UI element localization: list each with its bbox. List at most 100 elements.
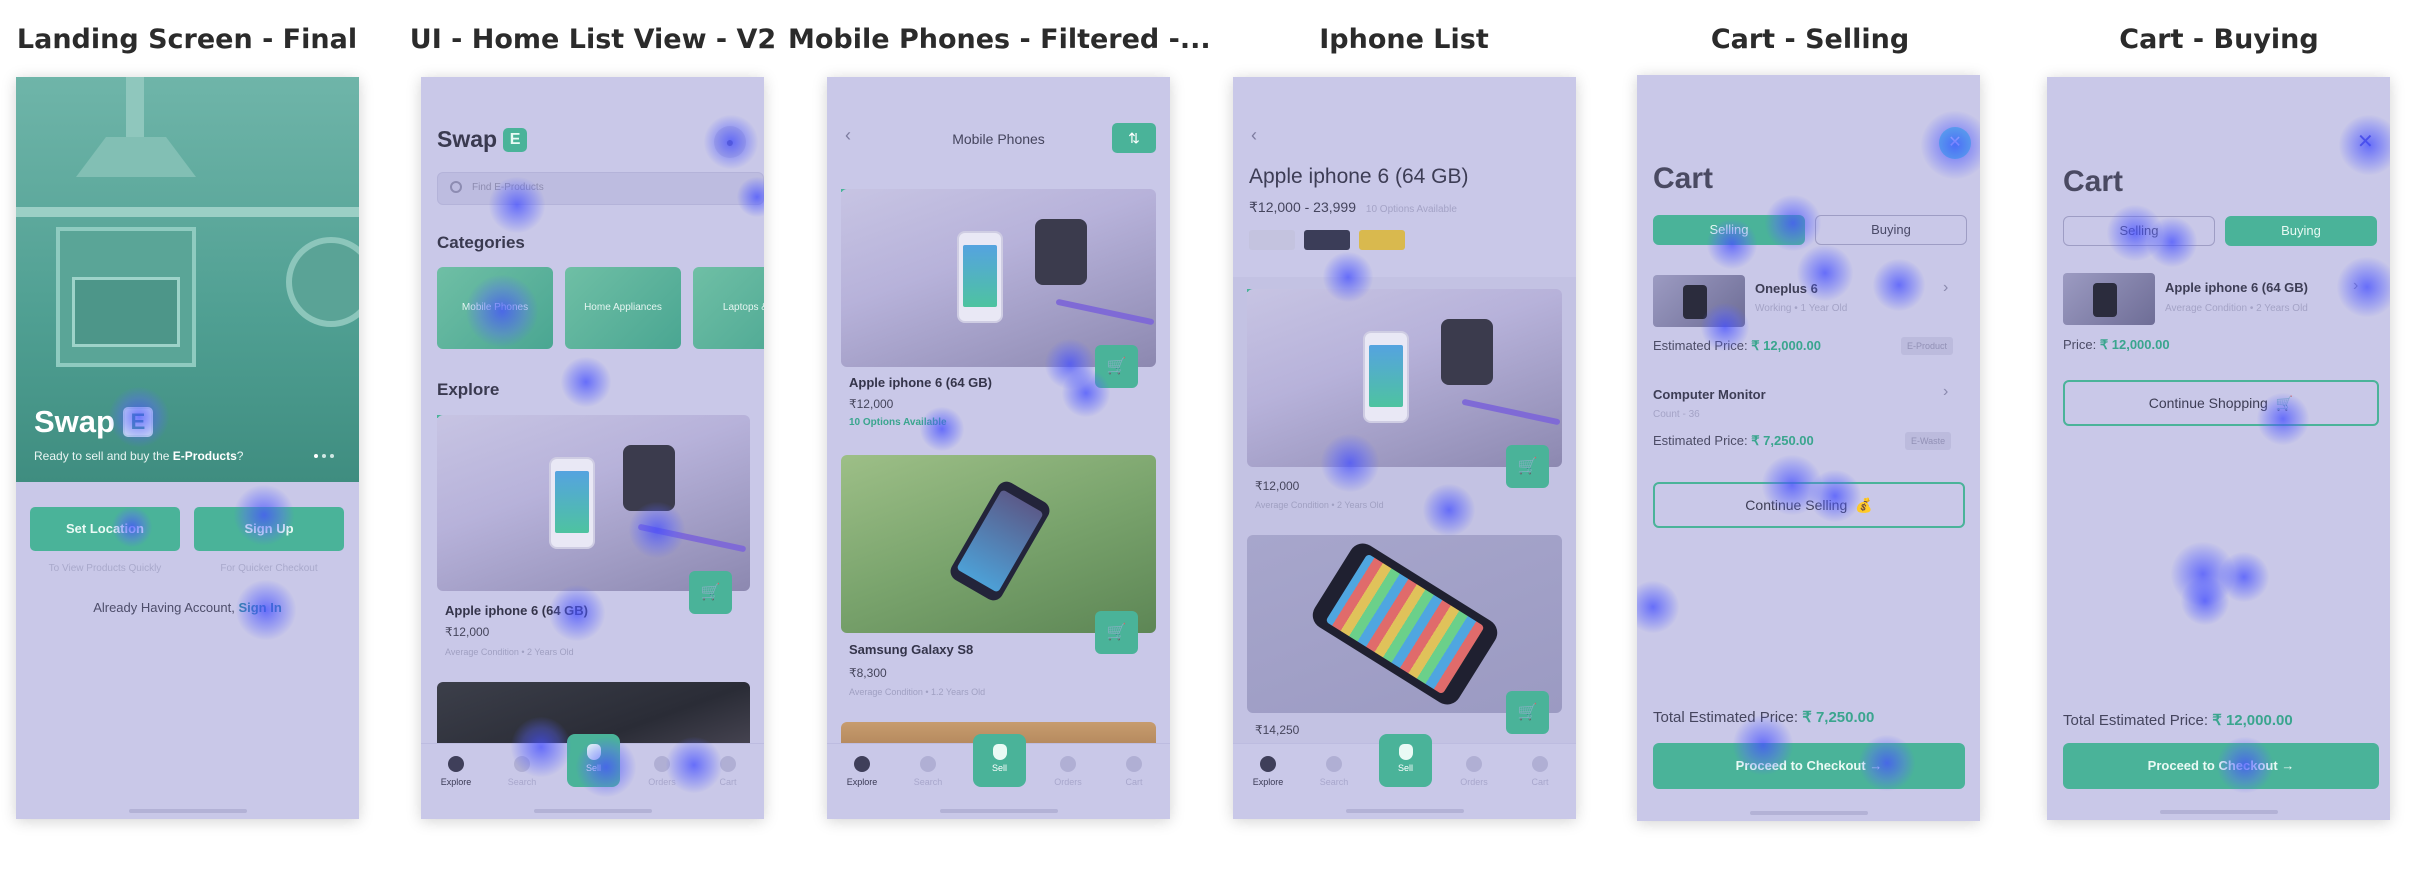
product-name: Apple iphone 6 (64 GB) <box>445 603 589 618</box>
color-swatch[interactable] <box>1359 230 1405 250</box>
segment-buying[interactable]: Buying <box>2225 216 2377 246</box>
search-input[interactable]: Find E-Products <box>437 172 764 205</box>
product-sub: Average Condition • 2 Years Old <box>445 647 574 657</box>
product-price: ₹8,300 <box>849 666 887 680</box>
sign-up-button[interactable]: Sign Up <box>194 507 344 551</box>
cart-icon: 🛒 <box>1106 624 1127 641</box>
add-to-cart-button[interactable]: 🛒 <box>1095 345 1138 388</box>
heat-spot <box>561 357 611 407</box>
chevron-right-icon[interactable]: › <box>1943 279 1948 297</box>
total-estimated: Total Estimated Price: ₹ 12,000.00 <box>2063 712 2293 729</box>
item-price: Price: ₹ 12,000.00 <box>2063 337 2170 352</box>
segment-selling[interactable]: Selling <box>2063 216 2215 246</box>
close-icon[interactable]: ✕ <box>2357 129 2374 154</box>
set-location-button[interactable]: Set Location <box>30 507 180 551</box>
product-name: Samsung Galaxy S8 <box>849 642 974 657</box>
category-card[interactable]: Home Appliances <box>565 267 681 349</box>
heat-spot <box>2337 257 2390 317</box>
add-to-cart-button[interactable]: 🛒 <box>1095 611 1138 654</box>
product-image[interactable] <box>841 455 1156 633</box>
washer-drum <box>286 237 359 327</box>
chevron-right-icon[interactable]: › <box>2353 277 2358 295</box>
add-to-cart-button[interactable]: 🛒 <box>689 571 732 614</box>
hero-tagline: Ready to sell and buy the E-Products? <box>34 449 243 463</box>
category-card[interactable]: Laptops & ... <box>693 267 764 349</box>
user-icon[interactable]: ● <box>714 126 746 158</box>
heat-spot <box>2171 542 2235 606</box>
add-to-cart-button[interactable]: 🛒 <box>1506 445 1549 488</box>
brand-name: Swap <box>34 404 115 439</box>
tab-explore[interactable]: Explore <box>1243 756 1293 787</box>
back-chevron-icon[interactable]: ‹ <box>1251 125 1257 146</box>
home-indicator <box>1749 811 1868 815</box>
segment-selling[interactable]: Selling <box>1653 215 1805 245</box>
tab-bar: Explore Search Sell Orders Cart <box>1233 734 1576 819</box>
color-swatch[interactable] <box>1304 230 1350 250</box>
item-tag: E-Product <box>1901 337 1954 355</box>
listing-image[interactable] <box>1247 535 1562 713</box>
carousel-dots[interactable] <box>314 454 334 458</box>
cart-selling-screen: ✕ Cart Selling Buying Oneplus 6 Working … <box>1637 75 1980 821</box>
counter-shelf <box>16 207 359 217</box>
item-name: Apple iphone 6 (64 GB) <box>2165 280 2309 295</box>
search-icon <box>1326 756 1342 772</box>
product-options[interactable]: 10 Options Available <box>849 417 947 428</box>
category-card[interactable]: Mobile Phones <box>437 267 553 349</box>
color-swatch[interactable] <box>1249 230 1295 250</box>
cart-icon: 🛒 <box>1106 358 1127 375</box>
frame-title-filtered: Mobile Phones - Filtered -... <box>788 24 1208 55</box>
continue-shopping-button[interactable]: Continue Shopping 🛒 <box>2063 380 2379 426</box>
sell-icon <box>1398 744 1413 760</box>
cart-buying-screen: ✕ Cart Selling Buying Apple iphone 6 (64… <box>2047 77 2390 820</box>
chevron-right-icon[interactable]: › <box>1943 383 1948 401</box>
heat-spot <box>2219 552 2269 602</box>
add-to-cart-button[interactable]: 🛒 <box>1506 691 1549 734</box>
tab-orders[interactable]: Orders <box>637 756 687 787</box>
tab-sell[interactable]: Sell <box>973 734 1026 787</box>
cart-icon: 🛒 <box>1517 704 1538 721</box>
sign-in-link[interactable]: Sign In <box>238 600 281 615</box>
explore-icon <box>854 756 870 772</box>
tab-sell[interactable]: Sell <box>567 734 620 787</box>
continue-selling-button[interactable]: Continue Selling 💰 <box>1653 482 1965 528</box>
cart-icon: 🛒 <box>1517 458 1538 475</box>
home-indicator <box>533 809 652 813</box>
money-bag-icon: 💰 <box>1855 497 1873 513</box>
item-tag: E-Waste <box>1905 432 1952 450</box>
listing-image[interactable] <box>1247 289 1562 467</box>
tab-cart[interactable]: Cart <box>1515 756 1565 787</box>
search-placeholder: Find E-Products <box>472 182 544 193</box>
tab-explore[interactable]: Explore <box>431 756 481 787</box>
proceed-checkout-button[interactable]: Proceed to Checkout → <box>1653 743 1965 789</box>
orders-icon <box>654 756 670 772</box>
home-list-screen: Swap E ● Find E-Products Categories Mobi… <box>421 77 764 819</box>
heat-spot <box>920 407 964 451</box>
product-image[interactable] <box>841 189 1156 367</box>
tab-search[interactable]: Search <box>903 756 953 787</box>
product-price: ₹12,000 <box>445 625 490 639</box>
proceed-checkout-button[interactable]: Proceed to Checkout → <box>2063 743 2379 789</box>
tab-orders[interactable]: Orders <box>1043 756 1093 787</box>
segment-buying[interactable]: Buying <box>1815 215 1967 245</box>
home-indicator <box>2159 810 2278 814</box>
tab-bar: Explore Search Sell Orders Cart <box>827 734 1170 819</box>
tab-cart[interactable]: Cart <box>703 756 753 787</box>
landing-screen: Swap E Ready to sell and buy the E-Produ… <box>16 77 359 819</box>
product-image[interactable] <box>437 415 750 591</box>
tab-cart[interactable]: Cart <box>1109 756 1159 787</box>
tab-search[interactable]: Search <box>1309 756 1359 787</box>
estimated-price: Estimated Price: ₹ 12,000.00 <box>1653 338 1821 353</box>
filter-button[interactable]: ⇅ <box>1112 123 1156 153</box>
explore-icon <box>448 756 464 772</box>
tab-orders[interactable]: Orders <box>1449 756 1499 787</box>
brand-logo: Swap E <box>34 404 153 440</box>
close-icon[interactable]: ✕ <box>1939 127 1971 159</box>
tab-sell[interactable]: Sell <box>1379 734 1432 787</box>
filtered-screen: ‹ Mobile Phones ⇅ 🛒 Apple iphone 6 (64 G… <box>827 77 1170 819</box>
tab-explore[interactable]: Explore <box>837 756 887 787</box>
explore-heading: Explore <box>437 380 500 399</box>
frame-title-iphone-list: Iphone List <box>1319 24 1489 55</box>
home-brand: Swap E <box>437 126 528 153</box>
arrow-right-icon: → <box>2281 758 2295 773</box>
tab-search[interactable]: Search <box>497 756 547 787</box>
